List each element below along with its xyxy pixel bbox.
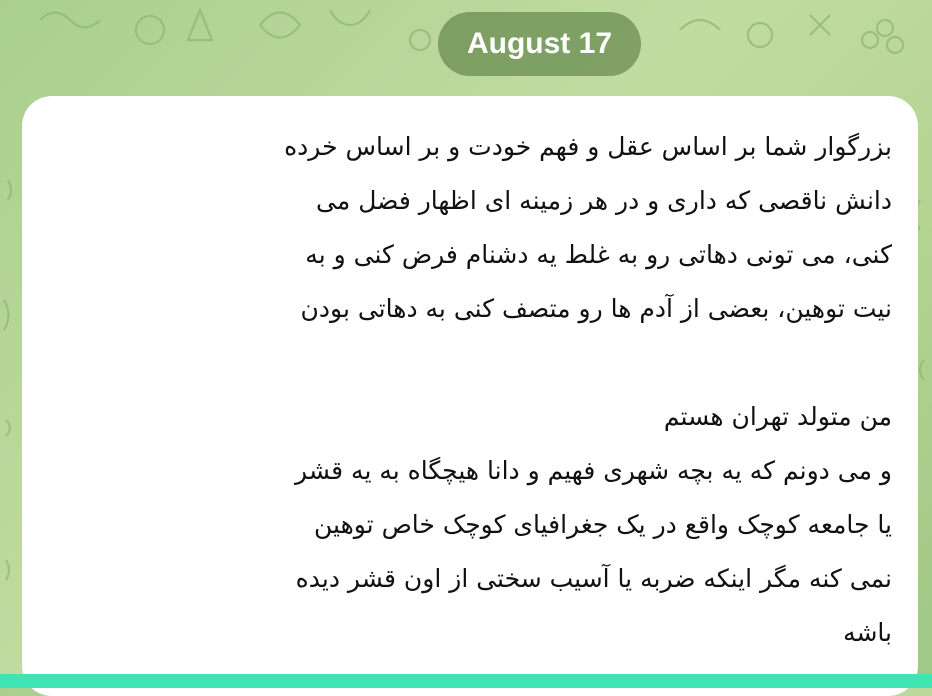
bottom-accent-strip (0, 674, 932, 688)
message-line: دانش ناقصی که داری و در هر زمینه ای اظها… (316, 186, 892, 215)
message-line: و می دونم که یه بچه شهری فهیم و دانا هیچ… (295, 456, 892, 485)
message-line: نمی کنه مگر اینکه ضربه یا آسیب سختی از ا… (295, 564, 892, 593)
message-line: نیت توهین، بعضی از آدم ها رو متصف کنی به… (300, 294, 892, 323)
message-line: باشه (843, 618, 892, 647)
message-line: یا جامعه کوچک واقع در یک جغرافیای کوچک خ… (314, 510, 892, 539)
message-line: کنی، می تونی دهاتی رو به غلط یه دشنام فر… (305, 240, 892, 269)
message-line: بزرگوار شما بر اساس عقل و فهم خودت و بر … (284, 132, 892, 161)
message-line: من متولد تهران هستم (663, 402, 892, 431)
message-text: بزرگوار شما بر اساس عقل و فهم خودت و بر … (70, 120, 892, 660)
date-badge-label: August 17 (466, 27, 613, 60)
message-bubble[interactable]: بزرگوار شما بر اساس عقل و فهم خودت و بر … (22, 96, 918, 696)
date-badge: August 17 (438, 12, 641, 76)
